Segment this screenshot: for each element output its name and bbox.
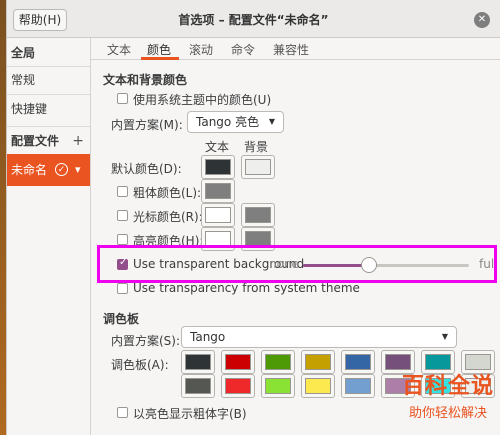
- watermark: 百科全说 助你轻松解决: [402, 368, 494, 421]
- tab-scrolling[interactable]: 滚动: [189, 41, 213, 58]
- builtin-scheme-select[interactable]: Tango 亮色 ▼: [187, 111, 284, 133]
- palette-color-button[interactable]: [181, 350, 215, 374]
- color-swatch: [205, 183, 231, 199]
- palette-color-button[interactable]: [221, 374, 255, 398]
- highlight-color-checkbox[interactable]: [117, 234, 128, 245]
- color-swatch: [345, 354, 371, 370]
- cursor-text-color-button[interactable]: [201, 203, 235, 227]
- builtin-scheme-value: Tango 亮色: [196, 115, 260, 129]
- tab-colors[interactable]: 颜色: [147, 41, 171, 58]
- color-swatch: [185, 378, 211, 394]
- palette-color-button[interactable]: [341, 350, 375, 374]
- color-swatch: [265, 378, 291, 394]
- color-swatch: [205, 207, 231, 223]
- add-profile-icon[interactable]: +: [72, 128, 84, 154]
- titlebar: 帮助(H) 首选项 – 配置文件“未命名” ✕: [7, 0, 500, 38]
- default-bg-color-button[interactable]: [241, 155, 275, 179]
- cursor-color-label: 光标颜色(R):: [133, 210, 203, 224]
- sidebar-profiles-label: 配置文件: [11, 134, 60, 148]
- dropdown-arrow-icon: ▼: [268, 117, 275, 126]
- color-swatch: [245, 207, 271, 223]
- preferences-window: 帮助(H) 首选项 – 配置文件“未命名” ✕ 全局 常规 快捷键 配置文件 +…: [6, 0, 500, 435]
- palette-color-button[interactable]: [341, 374, 375, 398]
- palette-color-button[interactable]: [221, 350, 255, 374]
- tab-text[interactable]: 文本: [107, 41, 131, 58]
- column-header-text: 文本: [205, 140, 230, 154]
- palette-color-button[interactable]: [261, 374, 295, 398]
- dropdown-arrow-icon: ▼: [441, 332, 448, 341]
- highlight-box: [97, 245, 497, 283]
- watermark-title: 百科全说: [401, 374, 494, 399]
- builtin-scheme-label: 内置方案(M):: [111, 118, 183, 132]
- column-header-background: 背景: [244, 140, 269, 154]
- sidebar-item-profile-unnamed[interactable]: 未命名 ✓ ▾: [7, 154, 90, 186]
- section-title-text-bg: 文本和背景颜色: [103, 73, 188, 87]
- palette-scheme-value: Tango: [190, 330, 226, 344]
- profile-name: 未命名: [11, 163, 48, 177]
- palette-color-button[interactable]: [181, 374, 215, 398]
- section-title-palette: 调色板: [103, 312, 140, 326]
- color-swatch: [225, 378, 251, 394]
- sidebar-item-general[interactable]: 常规: [7, 67, 90, 93]
- sidebar-item-shortcuts[interactable]: 快捷键: [7, 96, 90, 122]
- default-color-label: 默认颜色(D):: [111, 162, 182, 176]
- tab-compatibility[interactable]: 兼容性: [273, 41, 309, 58]
- sidebar-header-profiles: 配置文件 +: [7, 128, 90, 154]
- cursor-color-checkbox[interactable]: [117, 210, 128, 221]
- use-system-theme-checkbox[interactable]: [117, 93, 128, 104]
- palette-scheme-label: 内置方案(S):: [111, 334, 181, 348]
- bold-color-label: 粗体颜色(L):: [133, 186, 202, 200]
- palette-color-button[interactable]: [301, 374, 335, 398]
- bright-bold-label: 以亮色显示粗体字(B): [133, 407, 247, 421]
- sidebar: 全局 常规 快捷键 配置文件 + 未命名 ✓ ▾: [7, 38, 91, 435]
- palette-label: 调色板(A):: [111, 358, 169, 372]
- tab-bar: 文本 颜色 滚动 命令 兼容性: [91, 38, 500, 60]
- color-swatch: [305, 378, 331, 394]
- sidebar-header-global: 全局: [11, 46, 36, 60]
- color-swatch: [225, 354, 251, 370]
- color-swatch: [265, 354, 291, 370]
- sidebar-divider: [7, 126, 90, 127]
- tab-command[interactable]: 命令: [231, 41, 255, 58]
- watermark-subtitle: 助你轻松解决: [408, 406, 487, 421]
- color-swatch: [245, 159, 271, 175]
- use-system-theme-label: 使用系统主题中的颜色(U): [133, 93, 272, 107]
- bold-text-color-button[interactable]: [201, 179, 235, 203]
- color-swatch: [205, 159, 231, 175]
- palette-color-button[interactable]: [261, 350, 295, 374]
- palette-color-button[interactable]: [301, 350, 335, 374]
- default-profile-check-icon: ✓: [55, 163, 68, 176]
- bright-bold-checkbox[interactable]: [117, 407, 128, 418]
- cursor-bg-color-button[interactable]: [241, 203, 275, 227]
- system-transparency-checkbox[interactable]: [117, 283, 128, 294]
- window-title: 首选项 – 配置文件“未命名”: [178, 13, 329, 27]
- sidebar-divider: [7, 94, 90, 95]
- color-swatch: [185, 354, 211, 370]
- default-text-color-button[interactable]: [201, 155, 235, 179]
- color-swatch: [305, 354, 331, 370]
- palette-scheme-select[interactable]: Tango ▼: [181, 326, 457, 348]
- close-icon[interactable]: ✕: [474, 12, 490, 28]
- active-tab-indicator: [141, 57, 179, 60]
- system-transparency-label: Use transparency from system theme: [133, 281, 360, 295]
- profile-menu-icon[interactable]: ▾: [75, 154, 81, 186]
- bold-color-checkbox[interactable]: [117, 186, 128, 197]
- color-swatch: [345, 378, 371, 394]
